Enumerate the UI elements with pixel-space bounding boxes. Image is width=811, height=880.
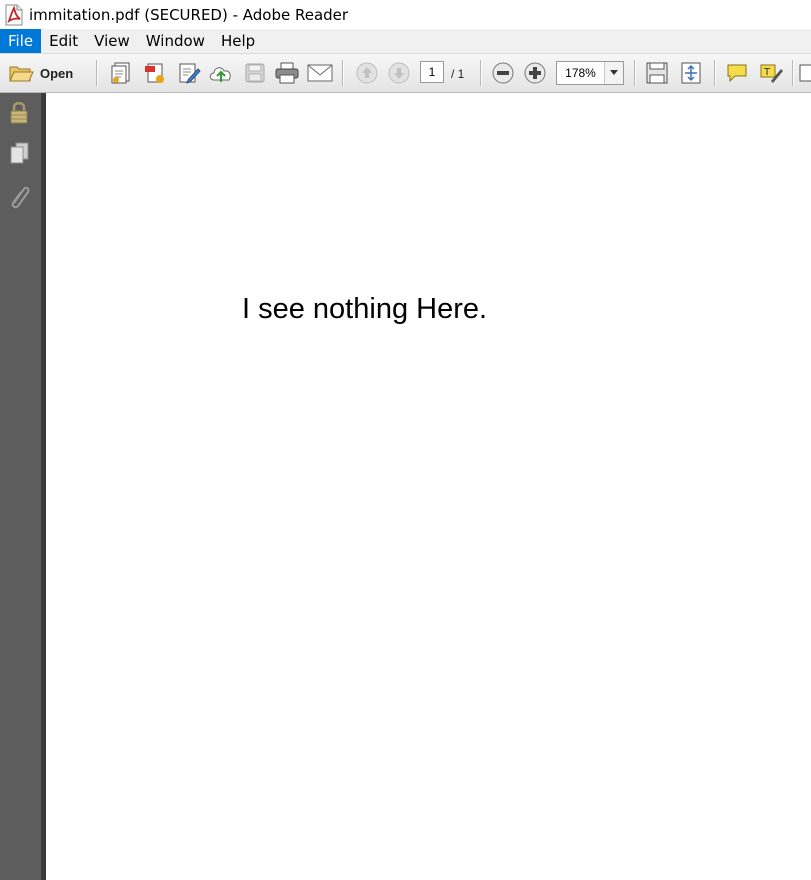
document-text: I see nothing Here. (242, 293, 488, 325)
zoom-value: 178% (565, 66, 596, 80)
previous-page-icon (355, 61, 379, 85)
toolbar-separator (342, 60, 343, 86)
attachment-icon (8, 183, 30, 214)
open-label: Open (40, 65, 74, 81)
full-screen-button[interactable] (678, 60, 704, 86)
toolbar-separator (96, 60, 97, 86)
menu-file[interactable]: File (0, 29, 42, 53)
next-page-icon (387, 61, 411, 85)
export-pdf-icon (143, 61, 167, 85)
comment-button[interactable] (724, 60, 750, 86)
toolbar-separator (480, 60, 481, 86)
save-icon (244, 62, 266, 84)
previous-page-button[interactable] (354, 60, 380, 86)
pages-icon (8, 141, 30, 170)
toolbar-separator (714, 60, 715, 86)
upload-cloud-icon (208, 62, 234, 84)
page-number-input[interactable]: 1 (420, 61, 444, 83)
toolbar-separator (792, 60, 793, 86)
page-total: / 1 (451, 67, 465, 81)
comment-icon (725, 62, 749, 84)
toolbar: Open 1 / 1 178% T (0, 54, 811, 93)
print-button[interactable] (274, 60, 300, 86)
export-pdf-button[interactable] (142, 60, 168, 86)
title-bar: immitation.pdf (SECURED) - Adobe Reader (0, 0, 811, 29)
edit-pdf-button[interactable] (176, 60, 202, 86)
zoom-in-icon (523, 61, 547, 85)
menu-bar: File Edit View Window Help (0, 29, 811, 54)
fit-page-icon (645, 61, 669, 85)
menu-edit[interactable]: Edit (41, 29, 86, 53)
next-page-button[interactable] (386, 60, 412, 86)
more-tools-icon (798, 62, 811, 84)
upload-button[interactable] (208, 60, 234, 86)
create-pdf-button[interactable] (108, 60, 134, 86)
security-settings-button[interactable] (7, 101, 31, 127)
open-folder-icon (8, 62, 34, 84)
email-icon (307, 63, 333, 83)
zoom-out-button[interactable] (490, 60, 516, 86)
fit-page-button[interactable] (644, 60, 670, 86)
print-icon (275, 62, 299, 84)
window-title: immitation.pdf (SECURED) - Adobe Reader (29, 5, 349, 24)
highlight-button[interactable]: T (758, 60, 784, 86)
svg-text:T: T (763, 67, 771, 78)
menu-view[interactable]: View (86, 29, 138, 53)
lock-icon (9, 100, 29, 129)
toolbar-separator (634, 60, 635, 86)
edit-pdf-icon (177, 61, 201, 85)
save-button[interactable] (242, 60, 268, 86)
email-button[interactable] (306, 60, 334, 86)
highlight-icon: T (759, 61, 783, 85)
zoom-in-button[interactable] (522, 60, 548, 86)
menu-window[interactable]: Window (138, 29, 213, 53)
attachments-button[interactable] (7, 185, 31, 211)
left-navigation-pane (0, 93, 42, 880)
create-pdf-icon (109, 61, 133, 85)
chevron-down-icon[interactable] (604, 62, 623, 84)
open-button[interactable]: Open (8, 60, 73, 86)
page-thumbnails-button[interactable] (7, 142, 31, 168)
full-screen-icon (679, 61, 703, 85)
zoom-select[interactable]: 178% (556, 61, 624, 85)
more-tools-button[interactable] (798, 60, 811, 86)
document-page: I see nothing Here. (46, 93, 811, 880)
pdf-app-icon (3, 4, 25, 26)
menu-help[interactable]: Help (213, 29, 263, 53)
zoom-out-icon (491, 61, 515, 85)
